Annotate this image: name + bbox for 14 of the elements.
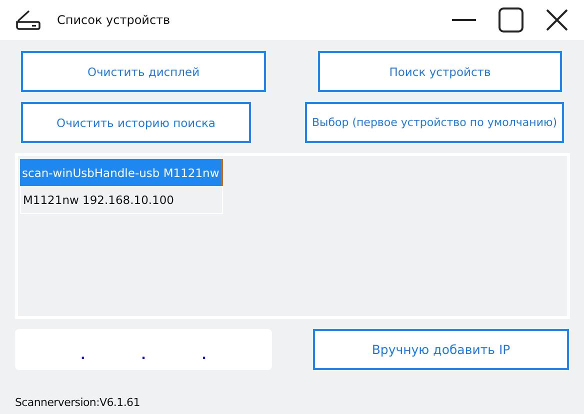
search-devices-button[interactable]: Поиск устройств [318, 51, 562, 92]
version-text: Scannerversion:V6.1.61 [15, 396, 140, 409]
scanner-icon [15, 9, 41, 31]
ip-address-field[interactable]: . . . [15, 329, 272, 370]
device-item[interactable]: M1121nw 192.168.10.100 [20, 186, 223, 214]
select-button[interactable]: Выбор (первое устройство по умолчанию) [305, 102, 564, 143]
minimize-icon[interactable] [452, 18, 476, 22]
add-ip-button[interactable]: Вручную добавить IP [313, 329, 569, 370]
clear-display-button[interactable]: Очистить дисплей [21, 51, 266, 92]
clear-history-button[interactable]: Очистить историю поиска [21, 102, 251, 143]
maximize-icon[interactable] [498, 7, 524, 33]
close-icon[interactable] [546, 9, 568, 31]
device-item[interactable]: scan-winUsbHandle-usb M1121nw [20, 159, 223, 186]
window-title: Список устройств [57, 13, 170, 27]
